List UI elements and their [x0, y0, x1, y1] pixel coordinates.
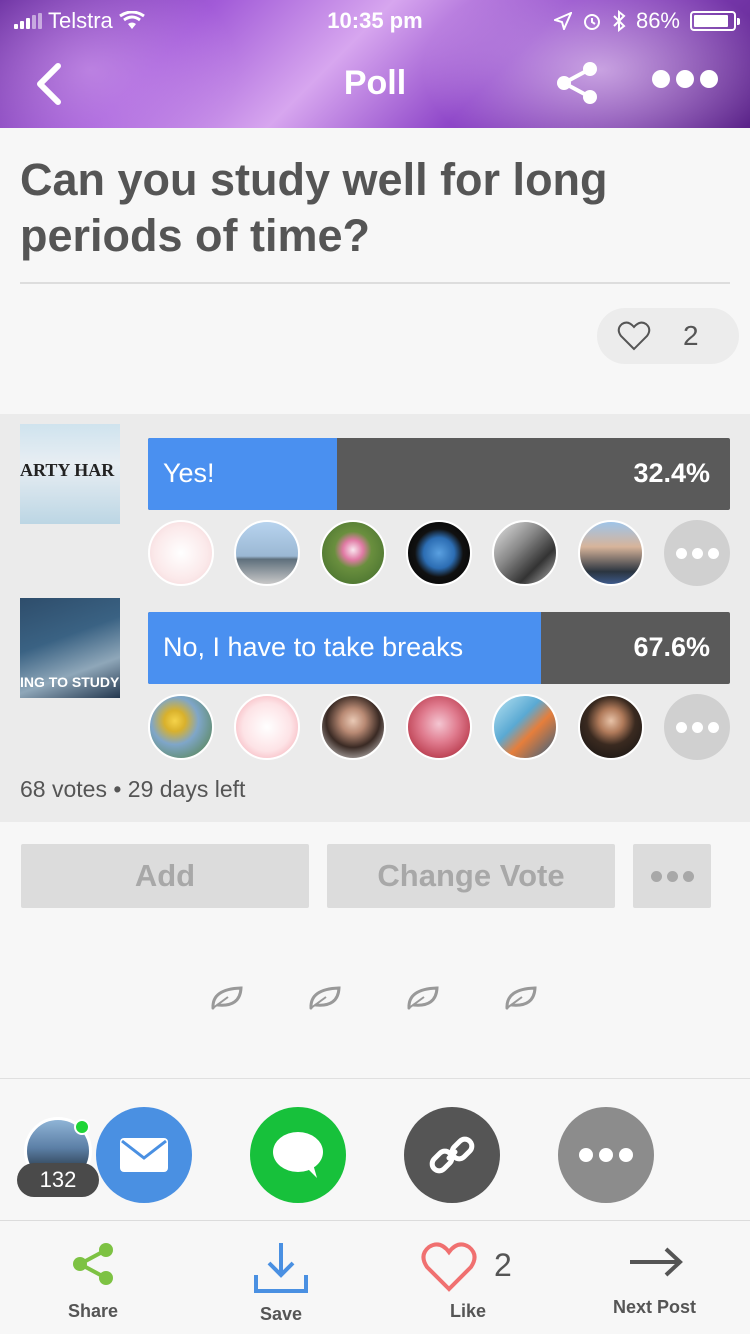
- status-bar: Telstra 10:35 pm 86%: [0, 0, 750, 40]
- avatar[interactable]: [406, 694, 472, 760]
- more-voters-button[interactable]: [664, 520, 730, 586]
- voter-avatars: [148, 520, 730, 586]
- divider: [20, 282, 730, 284]
- heart-icon: [617, 321, 651, 351]
- share-label: Share: [67, 1301, 119, 1321]
- poll-title: Can you study well for long periods of t…: [20, 154, 608, 261]
- leaf-icon: [407, 986, 439, 1010]
- share-icon[interactable]: [554, 60, 600, 106]
- location-icon: [553, 12, 572, 30]
- heart-icon: [421, 1242, 477, 1292]
- page-title: Poll: [343, 64, 407, 102]
- battery-icon: [690, 11, 740, 31]
- online-status-dot: [74, 1119, 90, 1135]
- more-icon[interactable]: [652, 70, 718, 88]
- option-percent: 67.6%: [633, 632, 710, 662]
- avatar[interactable]: [320, 694, 386, 760]
- more-share-button[interactable]: [558, 1107, 654, 1203]
- avatar[interactable]: [148, 694, 214, 760]
- battery-percent: 86%: [635, 8, 680, 33]
- nav-bar: Poll: [0, 44, 750, 124]
- decorative-leaves: [210, 985, 538, 1011]
- message-icon: [273, 1132, 323, 1178]
- alarm-icon: [583, 14, 600, 30]
- like-pill[interactable]: 2: [597, 308, 739, 364]
- option-label: Yes!: [163, 458, 215, 488]
- bottom-action-bar: Share Save 2 Like Next Post: [0, 1220, 750, 1334]
- poll-options: ARTY HAR Yes! 32.4% ING TO STUDY No, I h…: [0, 414, 750, 822]
- next-post-button[interactable]: Next Post: [600, 1221, 712, 1334]
- like-button[interactable]: 2 Like: [420, 1221, 520, 1334]
- arrow-right-icon: [630, 1247, 683, 1277]
- option-bar-yes[interactable]: Yes! 32.4%: [148, 438, 730, 510]
- avatar[interactable]: [578, 694, 644, 760]
- avatar[interactable]: [148, 520, 214, 586]
- mail-share-button[interactable]: [96, 1107, 192, 1203]
- avatar[interactable]: [578, 520, 644, 586]
- save-button[interactable]: Save: [238, 1221, 324, 1334]
- leaf-icon: [505, 986, 537, 1010]
- link-share-button[interactable]: [404, 1107, 500, 1203]
- avatar[interactable]: [234, 694, 300, 760]
- status-right: 86%: [553, 8, 740, 34]
- thumbnail-text: ARTY HAR: [20, 460, 115, 480]
- poll-meta: 68 votes • 29 days left: [20, 776, 246, 802]
- like-label: Like: [450, 1301, 487, 1321]
- header: Telstra 10:35 pm 86% Poll: [0, 0, 750, 128]
- thumbnail-text: ING TO STUDY: [20, 674, 120, 690]
- leaf-icon: [211, 986, 243, 1010]
- more-options-button[interactable]: [633, 844, 711, 908]
- bluetooth-icon: [613, 10, 626, 32]
- message-share-button[interactable]: [250, 1107, 346, 1203]
- share-icon: [73, 1243, 113, 1285]
- avatar[interactable]: [234, 520, 300, 586]
- leaf-icon: [309, 986, 341, 1010]
- option-thumbnail[interactable]: ARTY HAR: [20, 424, 120, 524]
- option-label: No, I have to take breaks: [163, 632, 464, 662]
- option-percent: 32.4%: [633, 458, 710, 488]
- share-button[interactable]: Share: [50, 1221, 136, 1334]
- avatar[interactable]: [492, 694, 558, 760]
- mail-icon: [120, 1138, 168, 1172]
- avatar[interactable]: [492, 520, 558, 586]
- option-thumbnail[interactable]: ING TO STUDY: [20, 598, 120, 698]
- voter-avatars: [148, 694, 730, 760]
- link-icon: [429, 1136, 475, 1174]
- viewer-count-badge: 132: [17, 1163, 99, 1197]
- option-bar-no[interactable]: No, I have to take breaks 67.6%: [148, 612, 730, 684]
- avatar[interactable]: [406, 520, 472, 586]
- like-count: 2: [494, 1247, 512, 1283]
- share-strip: 132: [0, 1078, 750, 1220]
- next-post-label: Next Post: [613, 1297, 697, 1317]
- like-count: 2: [683, 320, 699, 351]
- change-vote-button[interactable]: Change Vote: [327, 844, 615, 908]
- add-button[interactable]: Add: [21, 844, 309, 908]
- more-voters-button[interactable]: [664, 694, 730, 760]
- poll-header: Can you study well for long periods of t…: [0, 128, 750, 414]
- avatar[interactable]: [320, 520, 386, 586]
- download-icon: [254, 1243, 308, 1293]
- save-label: Save: [259, 1304, 303, 1324]
